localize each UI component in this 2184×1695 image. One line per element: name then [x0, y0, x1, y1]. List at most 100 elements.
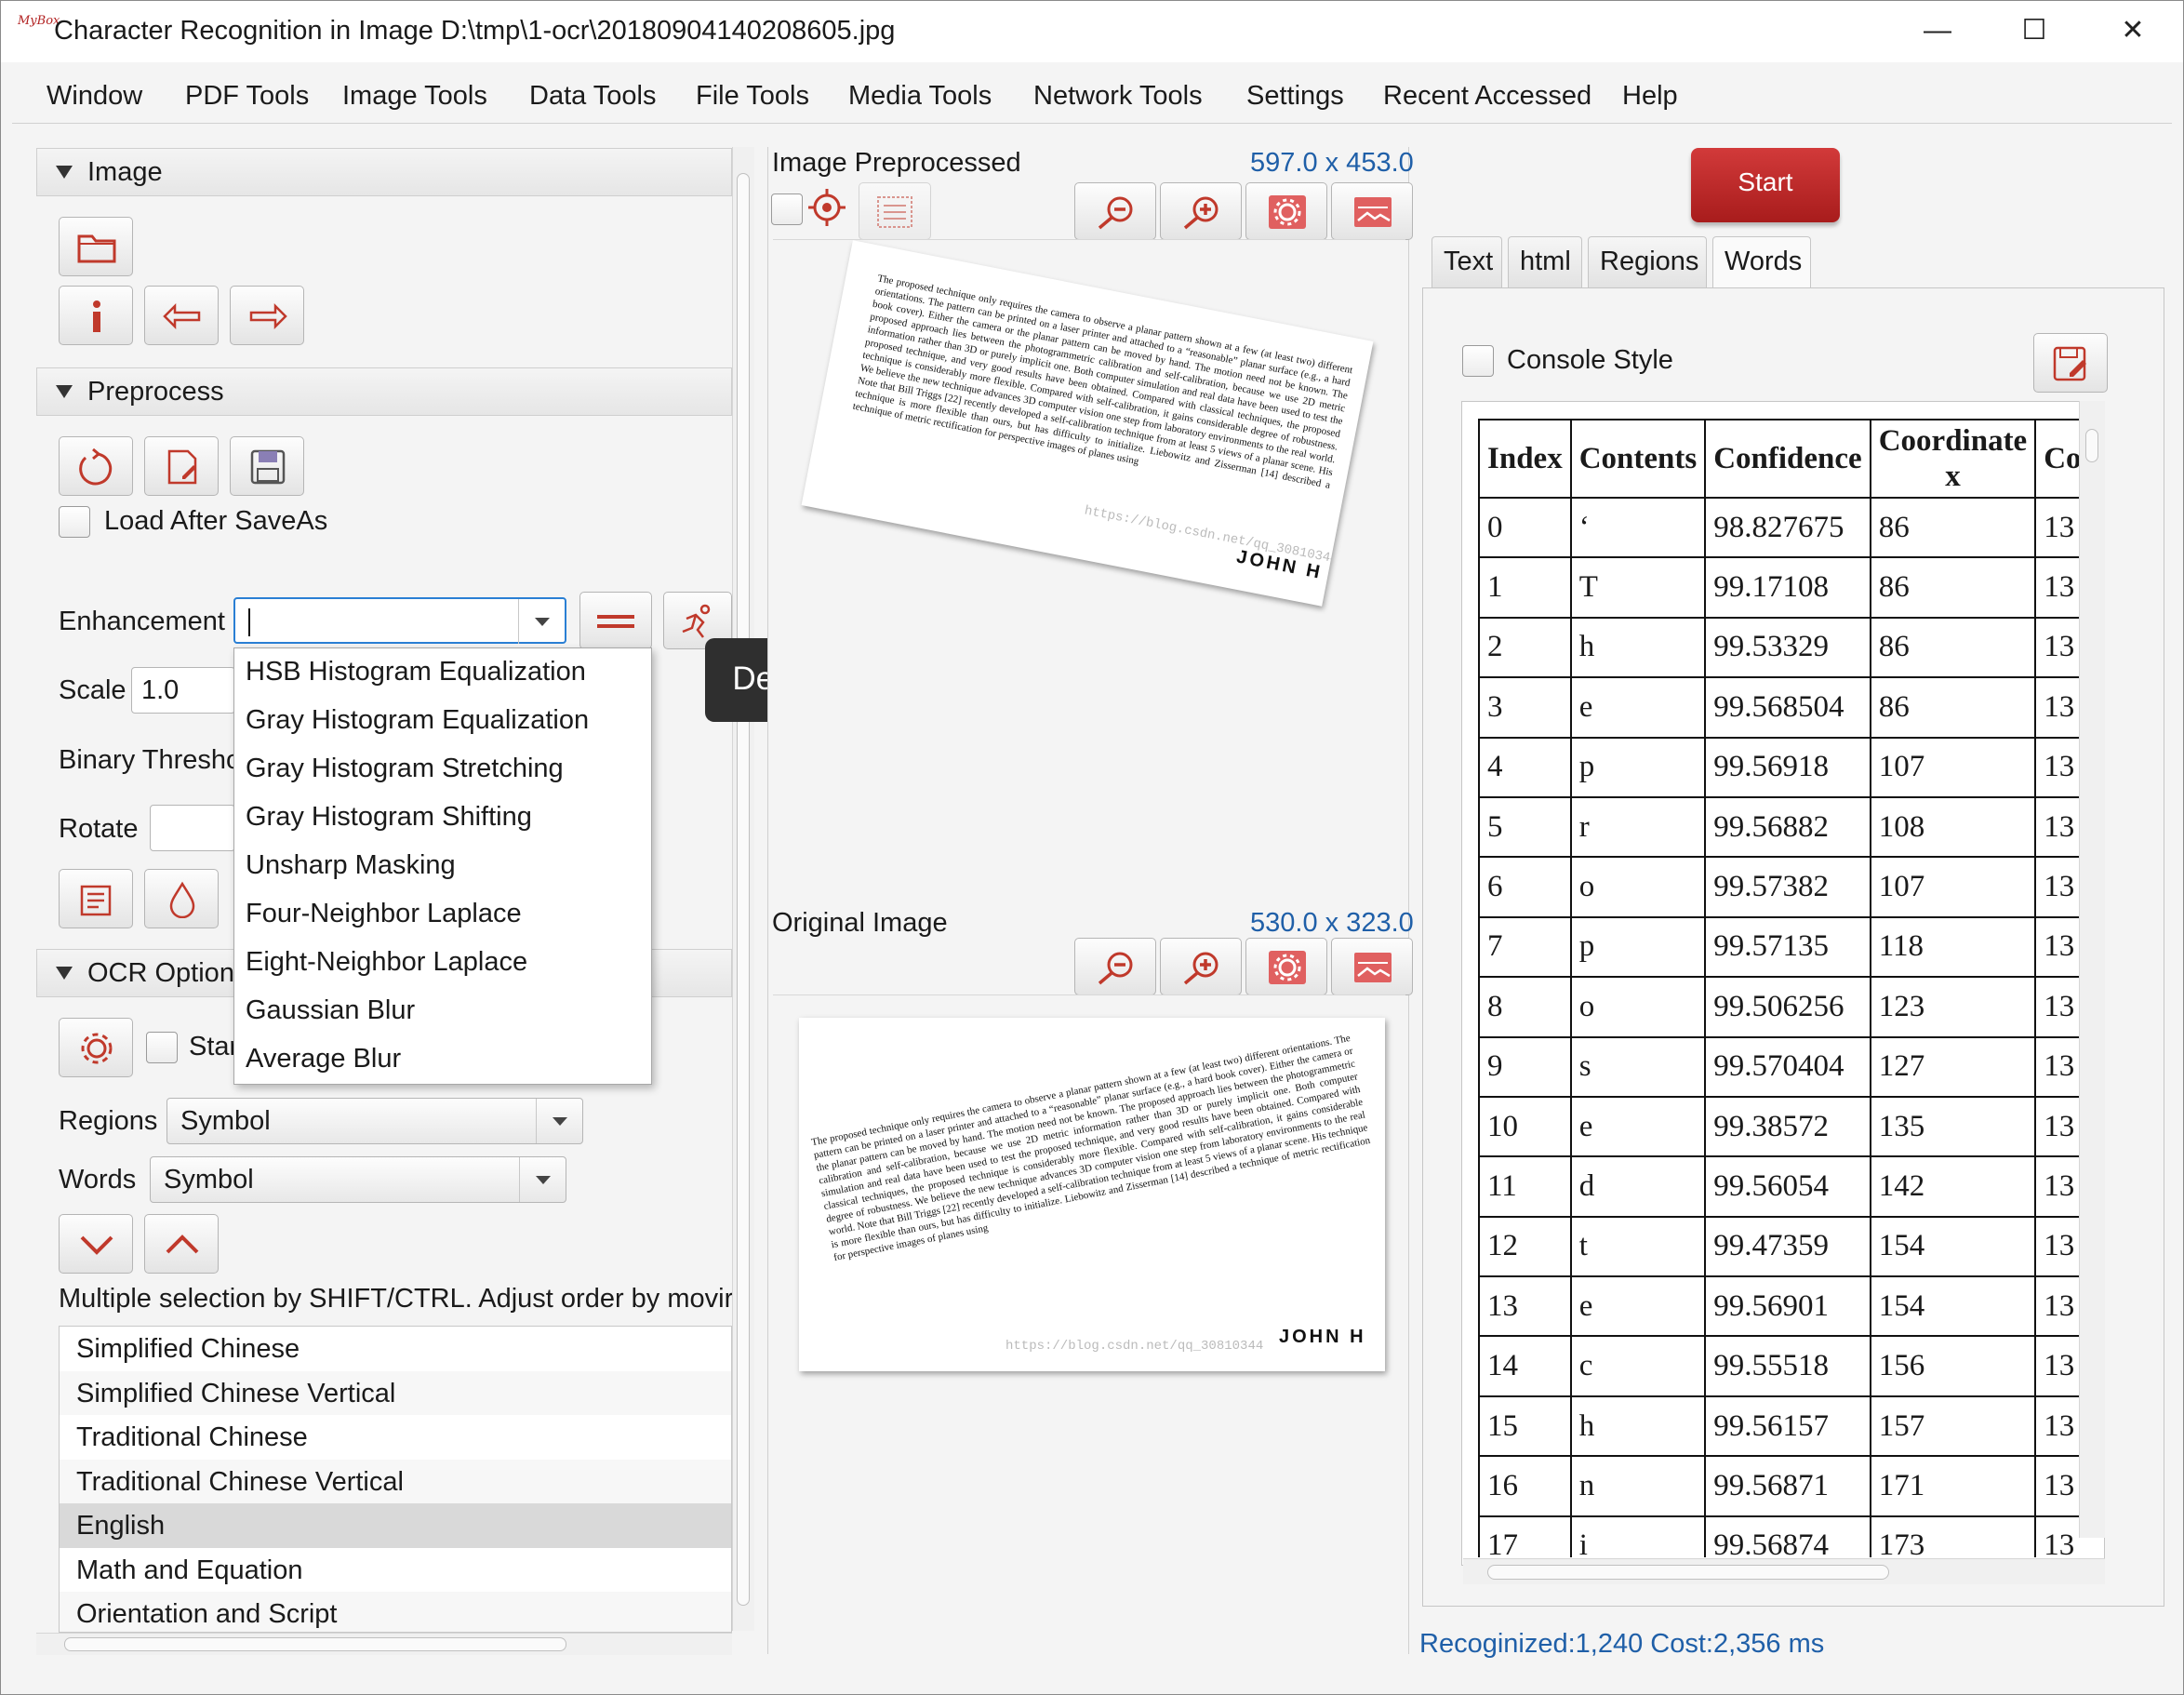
- zoom-out-button[interactable]: [1074, 182, 1156, 240]
- table-row[interactable]: 11 d 99.56054 142 13: [1478, 1155, 2081, 1218]
- dropdown-option[interactable]: Eight-Neighbor Laplace: [246, 947, 527, 978]
- original-settings-button[interactable]: [1245, 938, 1327, 995]
- list-item[interactable]: Math and Equation: [60, 1548, 731, 1593]
- color-button[interactable]: [144, 869, 219, 928]
- dropdown-option[interactable]: HSB Histogram Equalization: [246, 657, 586, 687]
- ocr-start-checkbox[interactable]: [146, 1032, 178, 1063]
- words-combobox[interactable]: Symbol: [150, 1156, 566, 1203]
- menu-file-tools[interactable]: File Tools: [696, 81, 809, 112]
- original-view-button[interactable]: [1331, 938, 1413, 995]
- left-panel-scrollbar[interactable]: [732, 147, 754, 1631]
- scrollbar-thumb[interactable]: [1487, 1565, 1889, 1580]
- tab-regions[interactable]: Regions: [1588, 236, 1707, 288]
- console-style-checkbox[interactable]: [1462, 345, 1494, 377]
- close-button[interactable]: ✕: [2114, 12, 2151, 49]
- start-button[interactable]: Start: [1691, 148, 1840, 222]
- menu-network-tools[interactable]: Network Tools: [1033, 81, 1203, 112]
- dropdown-option[interactable]: Four-Neighbor Laplace: [246, 899, 522, 929]
- crosshair-icon[interactable]: [806, 187, 847, 228]
- table-row[interactable]: 10 e 99.38572 135 13: [1478, 1095, 2081, 1158]
- previous-button[interactable]: [144, 286, 219, 345]
- minimize-button[interactable]: —: [1919, 12, 1956, 49]
- edit-button[interactable]: [144, 436, 219, 496]
- scrollbar-thumb[interactable]: [737, 173, 750, 1606]
- language-list[interactable]: Simplified Chinese Simplified Chinese Ve…: [59, 1326, 732, 1633]
- table-row[interactable]: 13 e 99.56901 154 13: [1478, 1275, 2081, 1338]
- original-image-view[interactable]: The proposed technique only requires the…: [773, 994, 1405, 1646]
- scale-input[interactable]: 1.0: [131, 667, 235, 714]
- table-row[interactable]: 4 p 99.56918 107 13: [1478, 736, 2081, 798]
- dropdown-option[interactable]: Average Blur: [246, 1044, 401, 1074]
- table-row[interactable]: 3 e 99.568504 86 13: [1478, 676, 2081, 739]
- select-area-button[interactable]: [859, 182, 931, 240]
- column-header-coordinate-y[interactable]: Co: [2034, 419, 2081, 499]
- original-zoom-out-button[interactable]: [1074, 938, 1156, 995]
- zoom-in-button[interactable]: [1160, 182, 1242, 240]
- words-table[interactable]: Index Contents Confidence Coordinate x C…: [1478, 419, 2081, 1557]
- dropdown-option[interactable]: Gaussian Blur: [246, 995, 415, 1026]
- maximize-button[interactable]: ☐: [2016, 12, 2053, 49]
- table-row[interactable]: 0 ‘98.827675 86 13: [1478, 496, 2081, 559]
- original-zoom-in-button[interactable]: [1160, 938, 1242, 995]
- next-button[interactable]: [230, 286, 304, 345]
- dropdown-option[interactable]: Unsharp Masking: [246, 850, 456, 881]
- table-vscrollbar[interactable]: [2079, 401, 2105, 1538]
- table-row[interactable]: 6 o 99.57382 107 13: [1478, 856, 2081, 918]
- list-item[interactable]: Orientation and Script: [60, 1592, 731, 1632]
- menu-recent-accessed[interactable]: Recent Accessed: [1383, 81, 1591, 112]
- table-row[interactable]: 14 c 99.55518 156 13: [1478, 1335, 2081, 1397]
- regions-combobox[interactable]: Symbol: [166, 1098, 583, 1144]
- table-row[interactable]: 2 h 99.53329 86 13: [1478, 616, 2081, 679]
- chevron-down-icon[interactable]: [519, 1157, 566, 1202]
- save-as-button[interactable]: [230, 436, 304, 496]
- load-after-saveas-checkbox[interactable]: [59, 506, 90, 538]
- table-row[interactable]: 12 t 99.47359 154 13: [1478, 1215, 2081, 1278]
- save-words-button[interactable]: [2033, 333, 2108, 393]
- table-row[interactable]: 16 n 99.56871 171 13: [1478, 1455, 2081, 1517]
- scrollbar-thumb[interactable]: [2085, 429, 2098, 462]
- list-item-selected[interactable]: English: [60, 1503, 731, 1548]
- table-row[interactable]: 7 p 99.57135 118 13: [1478, 915, 2081, 979]
- menu-pdf-tools[interactable]: PDF Tools: [185, 81, 309, 112]
- dropdown-option[interactable]: Gray Histogram Equalization: [246, 705, 589, 736]
- list-item[interactable]: Simplified Chinese Vertical: [60, 1370, 731, 1415]
- open-file-button[interactable]: [59, 217, 133, 276]
- image-view-button[interactable]: [1331, 182, 1413, 240]
- table-hscrollbar[interactable]: [1463, 1558, 2105, 1584]
- tab-html[interactable]: html: [1508, 236, 1582, 288]
- image-section-header[interactable]: Image: [36, 148, 732, 196]
- info-button[interactable]: [59, 286, 133, 345]
- enhancement-combobox[interactable]: [233, 597, 566, 644]
- column-header-confidence[interactable]: Confidence: [1704, 419, 1871, 499]
- column-header-coordinate-x[interactable]: Coordinate x: [1869, 419, 2037, 499]
- move-down-button[interactable]: [59, 1214, 133, 1274]
- left-panel-hscrollbar[interactable]: [36, 1633, 732, 1655]
- preprocessed-image-view[interactable]: The proposed technique only requires the…: [773, 239, 1405, 901]
- column-header-index[interactable]: Index: [1478, 419, 1572, 499]
- scrollbar-thumb[interactable]: [64, 1637, 566, 1651]
- table-row[interactable]: 17 i 99.56874 173 13: [1478, 1515, 2081, 1557]
- column-header-contents[interactable]: Contents: [1569, 419, 1707, 499]
- tab-text[interactable]: Text: [1432, 236, 1502, 288]
- table-row[interactable]: 9 s 99.570404 127 13: [1478, 1035, 2081, 1098]
- list-item[interactable]: Traditional Chinese Vertical: [60, 1459, 731, 1503]
- menu-window[interactable]: Window: [47, 81, 142, 112]
- menu-settings[interactable]: Settings: [1246, 81, 1344, 112]
- chevron-down-icon[interactable]: [518, 599, 565, 644]
- move-up-button[interactable]: [144, 1214, 219, 1274]
- table-row[interactable]: 5 r 99.56882 108 13: [1478, 795, 2081, 859]
- list-item[interactable]: Traditional Chinese: [60, 1415, 731, 1460]
- rotate-input[interactable]: [150, 805, 235, 851]
- menu-data-tools[interactable]: Data Tools: [529, 81, 657, 112]
- chevron-down-icon[interactable]: [536, 1099, 582, 1143]
- list-item[interactable]: Simplified Chinese: [60, 1327, 731, 1371]
- ocr-settings-button[interactable]: [59, 1018, 133, 1077]
- menu-help[interactable]: Help: [1622, 81, 1678, 112]
- dropdown-option[interactable]: Gray Histogram Stretching: [246, 754, 564, 784]
- apply-button[interactable]: [59, 869, 133, 928]
- image-settings-button[interactable]: [1245, 182, 1327, 240]
- enhancement-options-button[interactable]: [579, 592, 652, 649]
- table-row[interactable]: 8 o 99.506256 123 13: [1478, 976, 2081, 1038]
- table-row[interactable]: 15 h 99.56157 157 13: [1478, 1395, 2081, 1458]
- menu-media-tools[interactable]: Media Tools: [848, 81, 992, 112]
